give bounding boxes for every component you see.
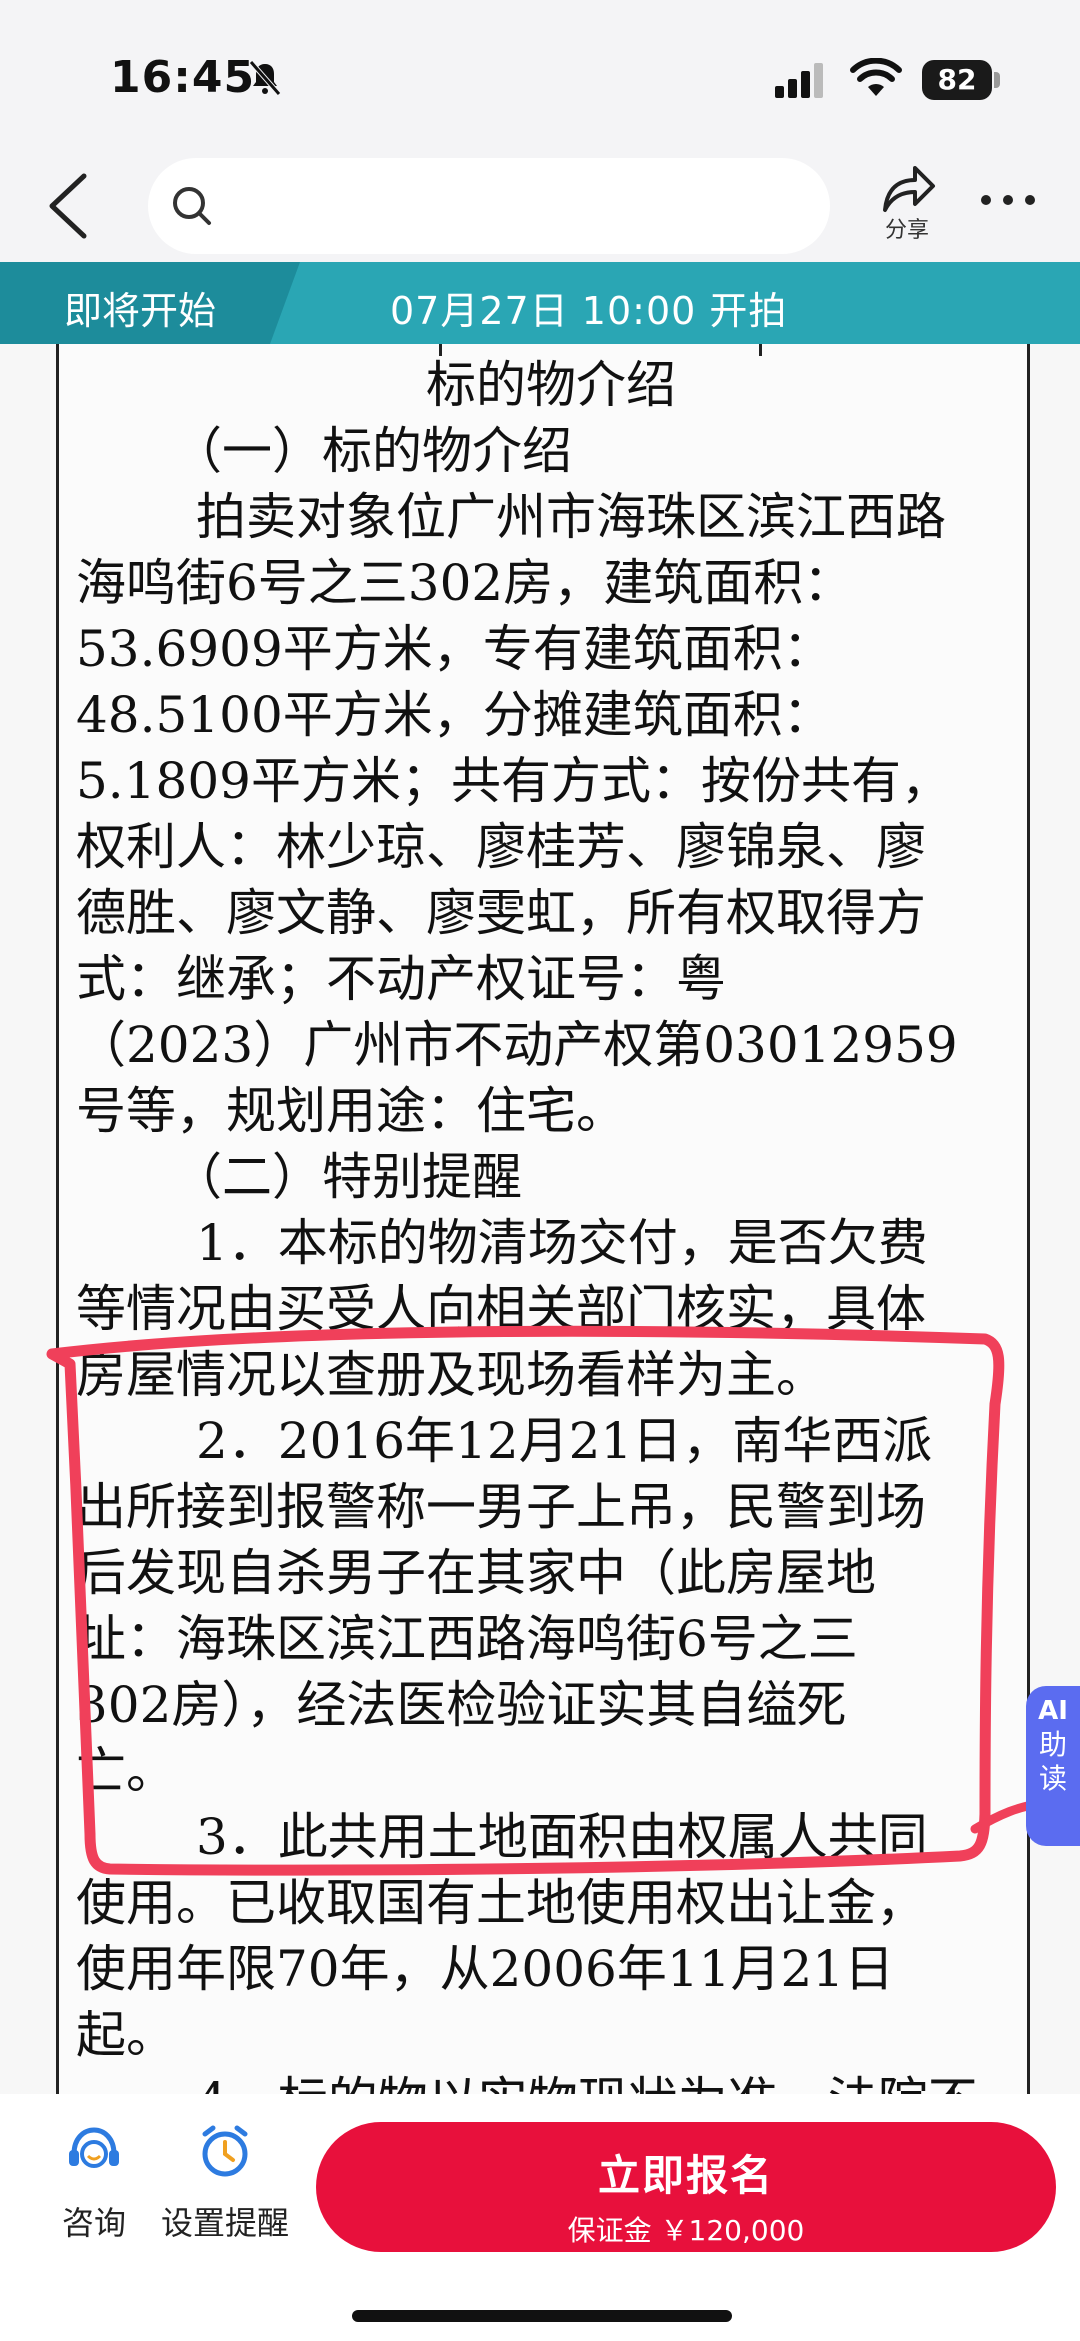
ai-label: AI [1038,1696,1068,1726]
document-text: 标的物介绍 （一）标的物介绍 拍卖对象位广州市海珠区滨江西路 海鸣街6号之三30… [76,352,996,2094]
doc-line: 使用。已收取国有土地使用权出让金， [76,1874,926,1932]
ai-tab-line: 读 [1038,1762,1067,1795]
doc-line: 5.1809平方米；共有方式：按份共有， [76,752,951,810]
set-reminder-button[interactable]: 设置提醒 [150,2124,300,2244]
doc-section-heading: （一）标的物介绍 [172,422,572,480]
signal-icon [775,63,823,98]
doc-line: （2023）广州市不动产权第03012959 [76,1016,958,1074]
doc-line: 海鸣街6号之三302房，建筑面积： [76,554,854,612]
status-time: 16:45 [110,52,256,103]
search-input[interactable] [148,158,830,254]
search-icon [173,187,211,225]
doc-line: 1．本标的物清场交付，是否欠费 [196,1214,928,1272]
doc-line: 等情况由买受人向相关部门核实，具体 [76,1280,926,1338]
alarm-clock-icon [202,2125,248,2177]
doc-line: 2．2016年12月21日，南华西派 [196,1412,933,1470]
auction-status-banner: 即将开始 07月27日 10:00 开拍 [0,262,1080,344]
bell-off-icon [249,60,281,96]
doc-line: 号等，规划用途：住宅。 [76,1082,626,1140]
consult-button[interactable]: 咨询 [44,2124,144,2244]
home-indicator [352,2310,732,2322]
doc-line: 出所接到报警称一男子上吊，民警到场 [76,1478,926,1536]
doc-line: 302房），经法医检验证实其自缢死 [76,1676,847,1734]
share-button[interactable]: 分享 [868,160,946,246]
share-icon [883,166,935,212]
doc-title: 标的物介绍 [426,356,676,414]
status-bar: 16:45 82 [0,0,1080,150]
register-now-button[interactable]: 立即报名 保证金 ￥120,000 [316,2122,1056,2252]
deposit-amount: 保证金 ￥120,000 [567,2214,805,2247]
document-viewer[interactable]: 标的物介绍 （一）标的物介绍 拍卖对象位广州市海珠区滨江西路 海鸣街6号之三30… [0,344,1080,2094]
doc-line: 式：继承；不动产权证号：粤 [76,950,726,1008]
nav-bar: 分享 [0,150,1080,262]
doc-line: 拍卖对象位广州市海珠区滨江西路 [196,488,946,546]
ai-reading-assistant-tab[interactable]: AI 助 读 [1026,1686,1080,1846]
battery-tip [994,72,1000,88]
wifi-icon [850,58,902,96]
more-options-icon[interactable] [978,190,1038,210]
share-label: 分享 [884,218,929,243]
doc-line: 4．标的物以实物现状为准，法院不 [76,2068,996,2094]
doc-line: 德胜、廖文静、廖雯虹，所有权取得方 [76,884,926,942]
doc-line: 48.5100平方米，分摊建筑面积： [76,686,833,744]
back-arrow-icon[interactable] [40,168,100,244]
doc-line: 后发现自杀男子在其家中（此房屋地 [76,1544,876,1602]
battery-indicator: 82 [922,60,992,100]
doc-line: 址：海珠区滨江西路海鸣街6号之三 [76,1610,858,1668]
doc-line: 53.6909平方米，专有建筑面积： [76,620,833,678]
auction-start-time: 07月27日 10:00 开拍 [390,289,788,333]
bottom-action-bar: 咨询 设置提醒 立即报名 保证金 ￥120,000 [0,2094,1080,2341]
ai-tab-line: 助 [1038,1728,1067,1761]
doc-line: 房屋情况以查册及现场看样为主。 [76,1346,826,1404]
doc-line: 起。 [76,2006,176,2064]
doc-section-heading: （二）特别提醒 [172,1148,522,1206]
doc-line: 权利人：林少琼、廖桂芳、廖锦泉、廖 [76,818,926,876]
doc-line: 3．此共用土地面积由权属人共同 [196,1808,928,1866]
auction-status: 即将开始 [64,289,217,333]
doc-line: 亡。 [76,1742,176,1800]
remind-label: 设置提醒 [160,2204,289,2242]
doc-line: 使用年限70年，从2006年11月21日 [76,1940,895,1998]
register-now-label: 立即报名 [597,2151,774,2200]
consult-label: 咨询 [61,2204,126,2242]
customer-service-icon [69,2127,119,2168]
